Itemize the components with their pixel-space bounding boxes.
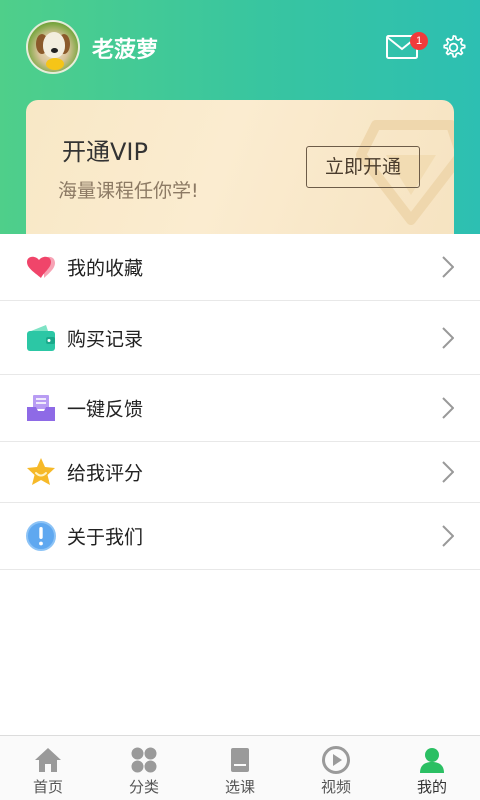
chevron-right-icon bbox=[442, 461, 454, 483]
menu-item-rate[interactable]: 给我评分 bbox=[0, 442, 480, 503]
tab-label-video: 视频 bbox=[320, 778, 351, 796]
tab-mine[interactable]: 我的 bbox=[384, 736, 480, 800]
menu-label-about: 关于我们 bbox=[67, 526, 144, 549]
chevron-right-icon bbox=[442, 397, 454, 419]
wallet-icon bbox=[27, 324, 55, 351]
vip-subtitle: 海量课程任你学! bbox=[58, 180, 199, 202]
avatar-nose bbox=[51, 48, 58, 53]
menu-label-feedback: 一键反馈 bbox=[67, 398, 144, 421]
menu-item-feedback[interactable]: 一键反馈 bbox=[0, 375, 480, 442]
heart-icon bbox=[27, 256, 55, 278]
tab-home[interactable]: 首页 bbox=[0, 736, 96, 800]
tab-label-category: 分类 bbox=[128, 778, 159, 796]
book-icon bbox=[231, 748, 249, 772]
grid-icon bbox=[131, 747, 157, 773]
home-icon bbox=[35, 748, 61, 772]
menu-label-rate: 给我评分 bbox=[67, 462, 144, 485]
user-icon bbox=[420, 748, 444, 773]
tab-label-mine: 我的 bbox=[416, 778, 447, 796]
chevron-right-icon bbox=[442, 525, 454, 547]
menu-item-about[interactable]: 关于我们 bbox=[0, 503, 480, 570]
menu-label-favorites: 我的收藏 bbox=[67, 257, 144, 280]
tab-category[interactable]: 分类 bbox=[96, 736, 192, 800]
gear-icon[interactable] bbox=[440, 34, 467, 61]
profile-header: 老菠萝 1 开通VIP 海量课程任你学! 立即开通 bbox=[0, 0, 480, 234]
tab-video[interactable]: 视频 bbox=[288, 736, 384, 800]
username[interactable]: 老菠萝 bbox=[92, 32, 158, 64]
open-vip-button[interactable]: 立即开通 bbox=[306, 146, 420, 188]
avatar-face bbox=[43, 32, 65, 58]
bottom-tab-bar: 首页 分类 选课 视频 我的 bbox=[0, 735, 480, 800]
star-icon bbox=[27, 458, 55, 485]
play-icon bbox=[322, 746, 350, 774]
menu-item-purchases[interactable]: 购买记录 bbox=[0, 301, 480, 375]
tab-label-home: 首页 bbox=[32, 778, 63, 796]
unread-badge: 1 bbox=[410, 32, 428, 50]
vip-title: 开通VIP bbox=[62, 138, 148, 166]
avatar[interactable] bbox=[26, 20, 80, 74]
vip-card[interactable]: 开通VIP 海量课程任你学! 立即开通 bbox=[26, 100, 454, 234]
menu-label-purchases: 购买记录 bbox=[67, 328, 144, 350]
chevron-right-icon bbox=[442, 256, 454, 278]
avatar-flower bbox=[46, 58, 64, 70]
info-icon bbox=[26, 521, 56, 551]
menu-list: 我的收藏 购买记录 一键反馈 给我评分 关于我们 bbox=[0, 234, 480, 570]
inbox-icon bbox=[27, 395, 55, 421]
menu-item-favorites[interactable]: 我的收藏 bbox=[0, 234, 480, 301]
tab-courses[interactable]: 选课 bbox=[192, 736, 288, 800]
chevron-right-icon bbox=[442, 326, 454, 349]
tab-label-courses: 选课 bbox=[224, 778, 255, 796]
